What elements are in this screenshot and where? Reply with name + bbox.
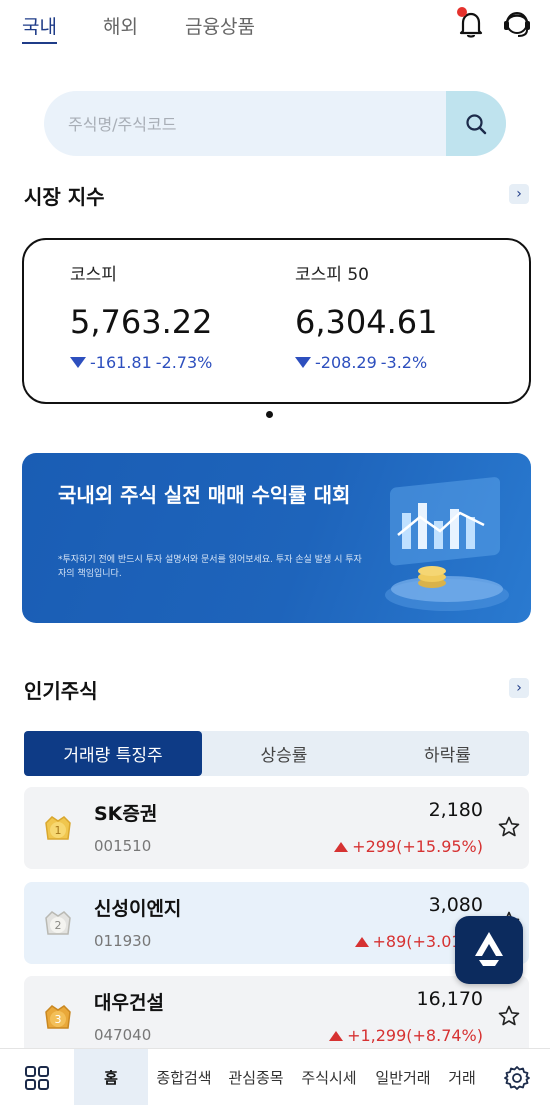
tab-volume[interactable]: 거래량 특징주 <box>24 731 202 776</box>
medal-rank: 2 <box>55 919 62 932</box>
chart-illustration-icon <box>385 477 509 611</box>
top-tabs: 국내 해외 금융상품 <box>0 0 550 52</box>
carousel-indicator <box>266 411 273 418</box>
index-value: 6,304.61 <box>295 303 438 341</box>
popular-stocks-more-button[interactable]: › <box>509 678 529 698</box>
stock-row[interactable]: 2 신성이엔지 011930 3,080 +89(+3.01%) <box>24 882 529 964</box>
settings-button[interactable] <box>494 1049 540 1105</box>
medal-rank: 3 <box>55 1013 62 1026</box>
popular-stocks-title: 인기주식 <box>24 679 98 703</box>
index-change-value: -161.81 <box>90 353 152 372</box>
popular-stocks-tabs: 거래량 특징주 상승률 하락률 <box>24 731 529 776</box>
bottom-nav: 홈 종합검색 관심종목 주식시세 일반거래 거래 <box>0 1048 550 1105</box>
up-triangle-icon <box>334 841 349 852</box>
app-logo-icon <box>475 932 503 966</box>
market-index-more-button[interactable]: › <box>509 184 529 204</box>
down-triangle-icon <box>70 357 86 368</box>
stock-price: 3,080 <box>428 894 483 916</box>
stock-change-value: +299(+15.95%) <box>352 837 483 856</box>
gear-icon <box>504 1065 530 1090</box>
nav-quotes[interactable]: 주식시세 <box>292 1049 366 1105</box>
stock-row[interactable]: 1 SK증권 001510 2,180 +299(+15.95%) <box>24 787 529 869</box>
up-triangle-icon <box>329 1030 344 1041</box>
index-name: 코스피 50 <box>295 265 369 285</box>
tab-financial-products[interactable]: 금융상품 <box>185 12 255 39</box>
chevron-right-icon: › <box>516 186 522 202</box>
tab-overseas[interactable]: 해외 <box>103 12 138 39</box>
banner-title: 국내외 주식 실전 매매 수익률 대회 <box>58 483 351 507</box>
nav-home[interactable]: 홈 <box>74 1049 148 1105</box>
tab-losers[interactable]: 하락률 <box>366 731 529 776</box>
down-triangle-icon <box>295 357 311 368</box>
search-bar[interactable] <box>44 91 506 156</box>
search-input[interactable] <box>68 110 428 138</box>
promo-banner[interactable]: 국내외 주식 실전 매매 수익률 대회 *투자하기 전에 반드시 투자 설명서와… <box>22 453 531 623</box>
nav-watchlist[interactable]: 관심종목 <box>220 1049 292 1105</box>
index-kospi[interactable]: 코스피 5,763.22 -161.81 -2.73% <box>70 260 213 372</box>
nav-general-trade[interactable]: 일반거래 <box>366 1049 440 1105</box>
index-change-rate: -2.73% <box>155 353 213 372</box>
stock-change: +1,299(+8.74%) <box>329 1026 483 1045</box>
stock-name: 대우건설 <box>94 992 164 1014</box>
index-change-value: -208.29 <box>315 353 377 372</box>
nav-search[interactable]: 종합검색 <box>148 1049 220 1105</box>
up-triangle-icon <box>354 936 369 947</box>
grid-menu-icon <box>25 1065 49 1090</box>
bronze-medal-icon: 3 <box>45 1005 71 1029</box>
stock-row[interactable]: 3 대우건설 047040 16,170 +1,299(+8.74%) <box>24 976 529 1058</box>
silver-medal-icon: 2 <box>45 911 71 935</box>
banner-note: *투자하기 전에 반드시 투자 설명서와 문서를 읽어보세요. 투자 손실 발생… <box>58 555 362 579</box>
stock-code: 047040 <box>94 1026 152 1044</box>
search-icon <box>466 113 487 134</box>
gold-medal-icon: 1 <box>45 816 71 840</box>
floating-app-button[interactable] <box>455 916 523 984</box>
index-change: -161.81 -2.73% <box>70 353 213 372</box>
market-index-title: 시장 지수 <box>24 185 105 209</box>
stock-price: 16,170 <box>416 988 483 1010</box>
star-icon[interactable] <box>497 1004 521 1028</box>
search-button[interactable] <box>446 91 506 156</box>
stock-price: 2,180 <box>428 799 483 821</box>
stock-name: 신성이엔지 <box>94 898 182 920</box>
stock-name: SK증권 <box>94 803 158 825</box>
notification-dot <box>457 7 467 17</box>
index-kospi50[interactable]: 코스피 50 6,304.61 -208.29 -3.2% <box>295 260 438 372</box>
market-index-card[interactable]: 코스피 5,763.22 -161.81 -2.73% 코스피 50 6,304… <box>22 238 531 404</box>
stock-change: +299(+15.95%) <box>334 837 483 856</box>
index-change: -208.29 -3.2% <box>295 353 438 372</box>
index-value: 5,763.22 <box>70 303 213 341</box>
index-name: 코스피 <box>70 265 117 285</box>
chevron-right-icon: › <box>516 680 522 696</box>
stock-code: 001510 <box>94 837 152 855</box>
star-icon[interactable] <box>497 815 521 839</box>
tab-domestic[interactable]: 국내 <box>22 12 57 44</box>
index-change-rate: -3.2% <box>380 353 428 372</box>
stock-code: 011930 <box>94 932 152 950</box>
headset-icon[interactable] <box>500 7 534 41</box>
stock-change-value: +1,299(+8.74%) <box>347 1026 483 1045</box>
menu-button[interactable] <box>0 1049 74 1105</box>
tab-gainers[interactable]: 상승률 <box>202 731 366 776</box>
nav-trade[interactable]: 거래 <box>440 1049 484 1105</box>
medal-rank: 1 <box>55 824 62 837</box>
